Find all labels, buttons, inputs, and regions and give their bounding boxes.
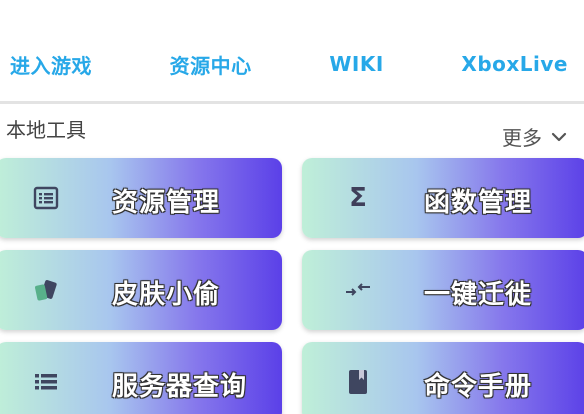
chevron-down-icon <box>551 132 567 141</box>
server-list-icon <box>30 366 62 398</box>
tool-card-skin-thief[interactable]: 皮肤小偷 <box>0 250 282 330</box>
tool-card-one-click-migration[interactable]: 一键迁徙 <box>302 250 584 330</box>
nav-enter-game[interactable]: 进入游戏 <box>10 50 92 79</box>
list-box-icon <box>30 182 62 214</box>
nav-resource-center[interactable]: 资源中心 <box>170 50 252 79</box>
top-navigation: 进入游戏 资源中心 WIKI XboxLive <box>0 38 584 90</box>
tool-card-server-query[interactable]: 服务器查询 <box>0 342 282 414</box>
tool-label: 函数管理 <box>424 188 533 218</box>
tool-label: 服务器查询 <box>112 372 248 402</box>
book-icon <box>342 366 374 398</box>
tool-card-function-management[interactable]: Σ 函数管理 <box>302 158 584 238</box>
tool-card-command-manual[interactable]: 命令手册 <box>302 342 584 414</box>
nav-xboxlive[interactable]: XboxLive <box>461 52 568 76</box>
cards-icon <box>30 274 62 306</box>
section-title: 本地工具 <box>6 118 86 142</box>
section-header: 本地工具 更多 <box>0 104 584 152</box>
sigma-icon: Σ <box>349 183 367 213</box>
nav-wiki[interactable]: WIKI <box>329 52 383 76</box>
more-button[interactable]: 更多 <box>502 122 568 151</box>
transfer-arrows-icon <box>342 274 374 306</box>
tool-card-resource-management[interactable]: 资源管理 <box>0 158 282 238</box>
page: 进入游戏 资源中心 WIKI XboxLive 本地工具 更多 资源管理 Σ 函… <box>0 0 584 414</box>
tool-label: 皮肤小偷 <box>112 280 221 310</box>
tool-label: 资源管理 <box>112 188 221 218</box>
tools-grid: 资源管理 Σ 函数管理 皮肤小偷 一键迁徙 服务器查询 命令手册 <box>0 158 584 414</box>
more-label: 更多 <box>502 126 542 150</box>
tool-label: 命令手册 <box>424 372 533 402</box>
tool-label: 一键迁徙 <box>424 280 533 310</box>
